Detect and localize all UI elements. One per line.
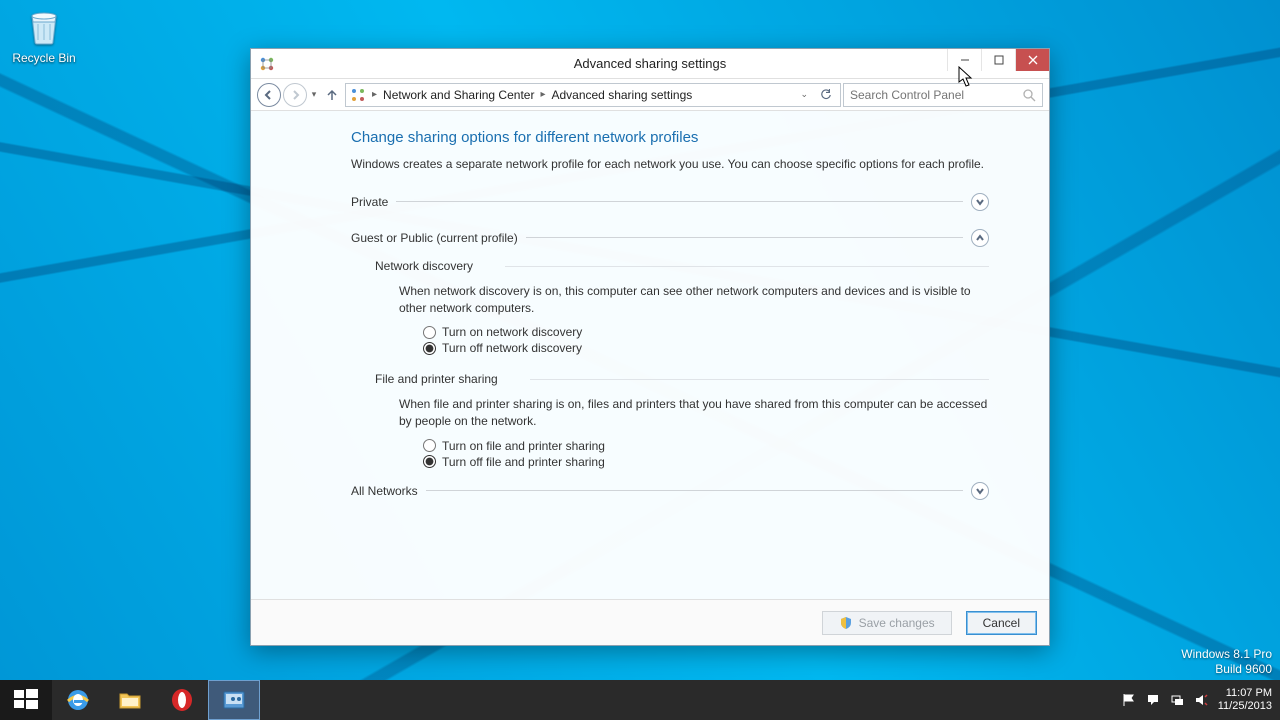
taskbar-clock[interactable]: 11:07 PM 11/25/2013 [1218, 687, 1272, 712]
content-area: Change sharing options for different net… [251, 111, 1049, 599]
subsection-file-printer-sharing: File and printer sharing When file and p… [351, 364, 989, 478]
button-label: Save changes [859, 616, 935, 630]
nav-bar: ▾ ▸ Network and Sharing Center ▸ Advance… [251, 79, 1049, 111]
taskbar[interactable]: 11:07 PM 11/25/2013 [0, 680, 1280, 720]
page-heading: Change sharing options for different net… [351, 129, 989, 146]
subsection-title: File and printer sharing [375, 372, 989, 386]
radio-label[interactable]: Turn on file and printer sharing [442, 439, 605, 453]
shield-icon [839, 616, 853, 630]
chevron-up-icon [971, 229, 989, 247]
chevron-down-icon [971, 193, 989, 211]
save-changes-button[interactable]: Save changes [822, 611, 952, 635]
taskbar-item-explorer[interactable] [104, 680, 156, 720]
back-button[interactable] [257, 83, 281, 107]
windows-watermark: Windows 8.1 Pro Build 9600 [1181, 647, 1272, 678]
footer: Save changes Cancel [251, 599, 1049, 645]
subsection-description: When network discovery is on, this compu… [399, 283, 989, 317]
refresh-button[interactable] [816, 85, 836, 105]
address-dropdown[interactable]: ⌄ [796, 89, 812, 100]
start-button[interactable] [0, 680, 52, 720]
maximize-button[interactable] [981, 49, 1015, 71]
network-icon[interactable] [1170, 693, 1184, 707]
subsection-title: Network discovery [375, 259, 989, 273]
button-label: Cancel [983, 616, 1020, 630]
radio-nd-off[interactable] [423, 342, 436, 355]
recycle-bin-icon [24, 6, 64, 46]
breadcrumb-item[interactable]: Network and Sharing Center [383, 88, 534, 102]
section-guest-public[interactable]: Guest or Public (current profile) [351, 225, 989, 251]
folder-icon [116, 686, 144, 714]
recycle-bin-label: Recycle Bin [8, 51, 80, 65]
subsection-description: When file and printer sharing is on, fil… [399, 396, 989, 430]
close-button[interactable] [1015, 49, 1049, 71]
search-icon [1022, 88, 1036, 102]
search-input[interactable] [850, 88, 1022, 102]
action-center-icon[interactable] [1146, 693, 1160, 707]
network-sharing-icon [350, 87, 366, 103]
section-label: Guest or Public (current profile) [351, 231, 518, 245]
forward-button[interactable] [283, 83, 307, 107]
radio-fps-off[interactable] [423, 455, 436, 468]
flag-icon[interactable] [1122, 693, 1136, 707]
radio-label[interactable]: Turn on network discovery [442, 325, 582, 339]
section-label: Private [351, 195, 388, 209]
cancel-button[interactable]: Cancel [966, 611, 1037, 635]
window-title: Advanced sharing settings [251, 56, 1049, 71]
section-all-networks[interactable]: All Networks [351, 478, 989, 504]
subsection-network-discovery: Network discovery When network discovery… [351, 251, 989, 365]
chevron-right-icon: ▸ [370, 89, 379, 100]
radio-nd-on[interactable] [423, 326, 436, 339]
address-bar[interactable]: ▸ Network and Sharing Center ▸ Advanced … [345, 83, 841, 107]
advanced-sharing-window: Advanced sharing settings ▾ ▸ Network an… [250, 48, 1050, 646]
breadcrumb-item[interactable]: Advanced sharing settings [551, 88, 692, 102]
windows-logo-icon [12, 686, 40, 714]
radio-label[interactable]: Turn off network discovery [442, 341, 582, 355]
taskbar-item-control-panel[interactable] [208, 680, 260, 720]
desktop-icon-recycle-bin[interactable]: Recycle Bin [8, 6, 80, 65]
volume-icon[interactable] [1194, 693, 1208, 707]
page-description: Windows creates a separate network profi… [351, 156, 989, 173]
network-sharing-icon [259, 56, 275, 72]
taskbar-item-ie[interactable] [52, 680, 104, 720]
minimize-button[interactable] [947, 49, 981, 71]
nav-history-dropdown[interactable]: ▾ [309, 89, 319, 100]
section-label: All Networks [351, 484, 418, 498]
control-panel-icon [220, 686, 248, 714]
system-tray[interactable]: 11:07 PM 11/25/2013 [1114, 680, 1280, 720]
up-button[interactable] [321, 84, 343, 106]
radio-fps-on[interactable] [423, 439, 436, 452]
taskbar-item-opera[interactable] [156, 680, 208, 720]
radio-label[interactable]: Turn off file and printer sharing [442, 455, 605, 469]
ie-icon [64, 686, 92, 714]
opera-icon [168, 686, 196, 714]
chevron-right-icon: ▸ [538, 89, 547, 100]
chevron-down-icon [971, 482, 989, 500]
titlebar[interactable]: Advanced sharing settings [251, 49, 1049, 79]
section-private[interactable]: Private [351, 189, 989, 215]
search-box[interactable] [843, 83, 1043, 107]
